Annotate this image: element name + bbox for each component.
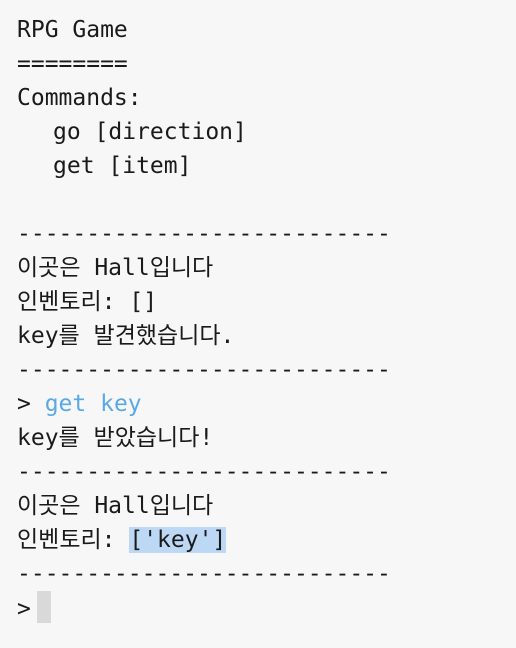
separator: --------------------------- xyxy=(17,459,391,485)
location-text: 이곳은 Hall입니다 xyxy=(17,493,214,519)
input-prompt-line[interactable]: > xyxy=(17,591,516,625)
result-message: key를 받았습니다! xyxy=(17,425,214,451)
location-text: 이곳은 Hall입니다 xyxy=(17,255,214,281)
inventory-label: 인벤토리: xyxy=(17,527,130,553)
found-message: key를 발견했습니다. xyxy=(17,323,235,349)
entered-command: get key xyxy=(44,391,142,417)
title-underline: ======== xyxy=(17,51,128,77)
inventory-value: [] xyxy=(129,289,158,315)
game-title: RPG Game xyxy=(17,17,128,43)
terminal-output: RPG Game ======== Commands: go [directio… xyxy=(0,0,516,648)
inventory-line: 인벤토리: ['key'] xyxy=(17,523,516,557)
separator: --------------------------- xyxy=(17,357,391,383)
command-get: get [item] xyxy=(53,153,192,179)
entered-command-line: > get key xyxy=(17,387,516,421)
separator: --------------------------- xyxy=(17,221,391,247)
text-cursor[interactable] xyxy=(36,591,51,623)
command-go: go [direction] xyxy=(53,119,247,145)
commands-header: Commands: xyxy=(17,85,142,111)
inventory-value-highlighted[interactable]: ['key'] xyxy=(129,527,227,553)
inventory-label: 인벤토리: xyxy=(17,289,130,315)
separator: --------------------------- xyxy=(17,561,391,587)
prompt-symbol: > xyxy=(17,391,45,417)
prompt-symbol: > xyxy=(17,596,31,622)
inventory-line: 인벤토리: [] xyxy=(17,285,516,319)
